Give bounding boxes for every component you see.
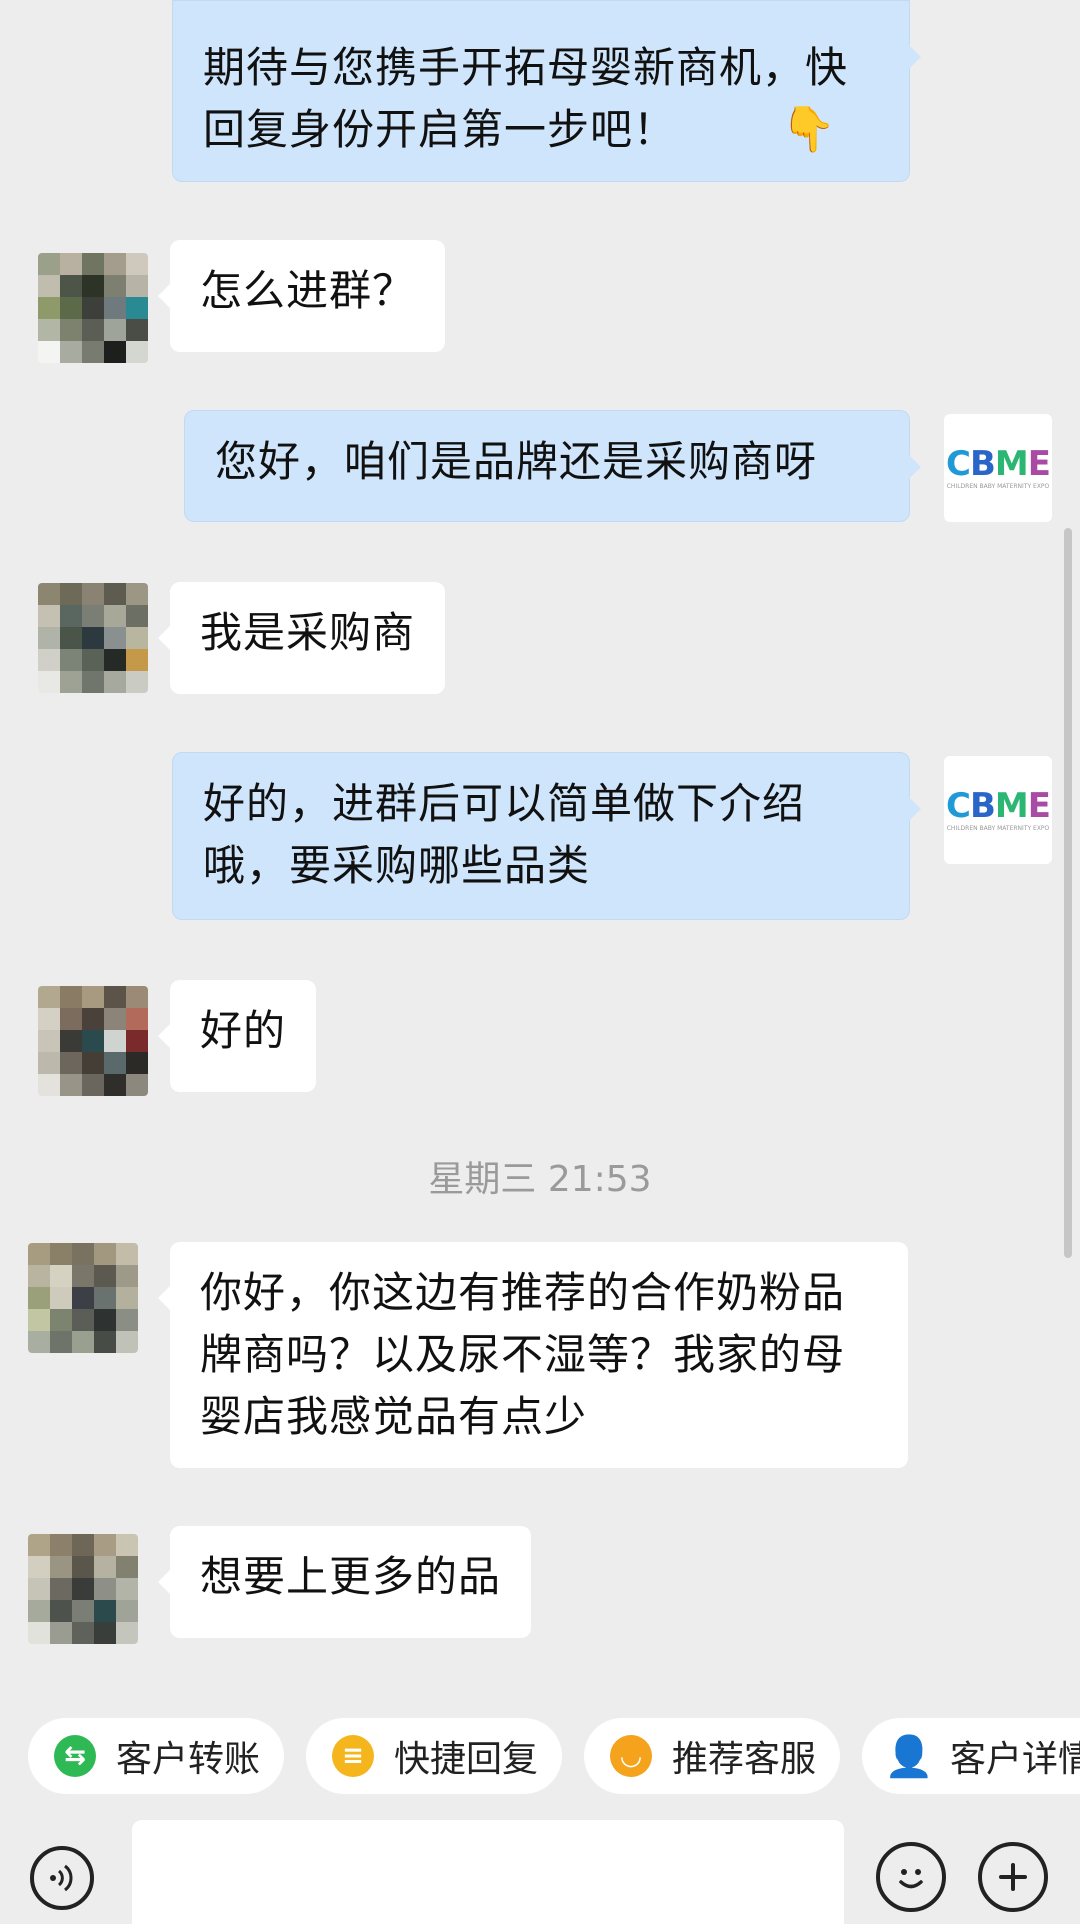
chip-label: 客户转账 <box>116 1739 261 1780</box>
customer-avatar[interactable] <box>28 1243 138 1353</box>
message-bubble-agent[interactable]: 好的，进群后可以简单做下介绍哦，要采购哪些品类 <box>172 752 921 920</box>
chat-area[interactable]: 期待与您携手开拓母婴新商机，快回复身份开启第一步吧！ 👇 怎么进群？ 您好，咱们… <box>0 0 1080 1690</box>
customer-avatar[interactable] <box>38 986 148 1096</box>
message-text: 我是采购商 <box>200 608 416 657</box>
message-text: 怎么进群？ <box>200 266 416 315</box>
message-text: 你好，你这边有推荐的合作奶粉品牌商吗？以及尿不湿等？我家的母婴店我感觉品有点少 <box>200 1268 846 1441</box>
voice-icon[interactable] <box>30 1846 94 1910</box>
cbme-logo: CBME <box>946 443 1051 484</box>
pointing-down-emoji: 👇 <box>781 104 837 155</box>
message-text: 期待与您携手开拓母婴新商机，快回复身份开启第一步吧！ <box>203 43 849 154</box>
message-bubble-customer[interactable]: 我是采购商 <box>157 582 446 694</box>
customer-avatar[interactable] <box>28 1534 138 1644</box>
chip-label: 快捷回复 <box>394 1739 539 1780</box>
emoji-icon[interactable] <box>876 1842 946 1912</box>
logo-subtitle: CHILDREN BABY MATERNITY EXPO <box>946 824 1050 832</box>
quick-reply-icon: ≡ <box>332 1735 374 1777</box>
message-bubble-customer[interactable]: 好的 <box>157 980 317 1092</box>
message-timestamp: 星期三 21:53 <box>428 1159 652 1200</box>
message-input[interactable] <box>132 1820 844 1924</box>
logo-subtitle: CHILDREN BABY MATERNITY EXPO <box>946 482 1050 490</box>
chat-scrollbar[interactable] <box>1064 528 1072 1258</box>
input-bar <box>0 1820 1080 1924</box>
message-bubble-customer[interactable]: 怎么进群？ <box>157 240 446 352</box>
message-text: 想要上更多的品 <box>200 1552 502 1601</box>
chip-label: 推荐客服 <box>672 1739 817 1780</box>
quick-action-recommend-agent[interactable]: ◡ 推荐客服 <box>584 1718 840 1794</box>
message-bubble-agent[interactable]: 期待与您携手开拓母婴新商机，快回复身份开启第一步吧！ 👇 <box>172 0 921 182</box>
quick-action-quick-reply[interactable]: ≡ 快捷回复 <box>306 1718 562 1794</box>
message-bubble-customer[interactable]: 想要上更多的品 <box>157 1526 532 1638</box>
message-text: 好的，进群后可以简单做下介绍哦，要采购哪些品类 <box>203 779 806 890</box>
quick-action-transfer[interactable]: ⇆ 客户转账 <box>28 1718 284 1794</box>
customer-avatar[interactable] <box>38 583 148 693</box>
recommend-agent-icon: ◡ <box>610 1735 652 1777</box>
message-text: 您好，咱们是品牌还是采购商呀 <box>215 437 818 486</box>
customer-avatar[interactable] <box>38 253 148 363</box>
agent-avatar-logo[interactable]: CBME CHILDREN BABY MATERNITY EXPO <box>944 756 1052 864</box>
chip-label: 客户详情 <box>950 1739 1080 1780</box>
message-text: 好的 <box>200 1006 287 1055</box>
cbme-logo: CBME <box>946 785 1051 826</box>
transfer-icon: ⇆ <box>54 1735 96 1777</box>
message-bubble-agent[interactable]: 您好，咱们是品牌还是采购商呀 <box>184 410 921 522</box>
quick-action-customer-detail[interactable]: 👤 客户详情 <box>862 1718 1080 1794</box>
agent-avatar-logo[interactable]: CBME CHILDREN BABY MATERNITY EXPO <box>944 414 1052 522</box>
quick-actions-bar: ⇆ 客户转账 ≡ 快捷回复 ◡ 推荐客服 👤 客户详情 <box>0 1690 1080 1820</box>
plus-icon[interactable] <box>978 1842 1048 1912</box>
message-bubble-customer[interactable]: 你好，你这边有推荐的合作奶粉品牌商吗？以及尿不湿等？我家的母婴店我感觉品有点少 <box>158 1242 908 1468</box>
customer-detail-icon: 👤 <box>884 1733 934 1780</box>
